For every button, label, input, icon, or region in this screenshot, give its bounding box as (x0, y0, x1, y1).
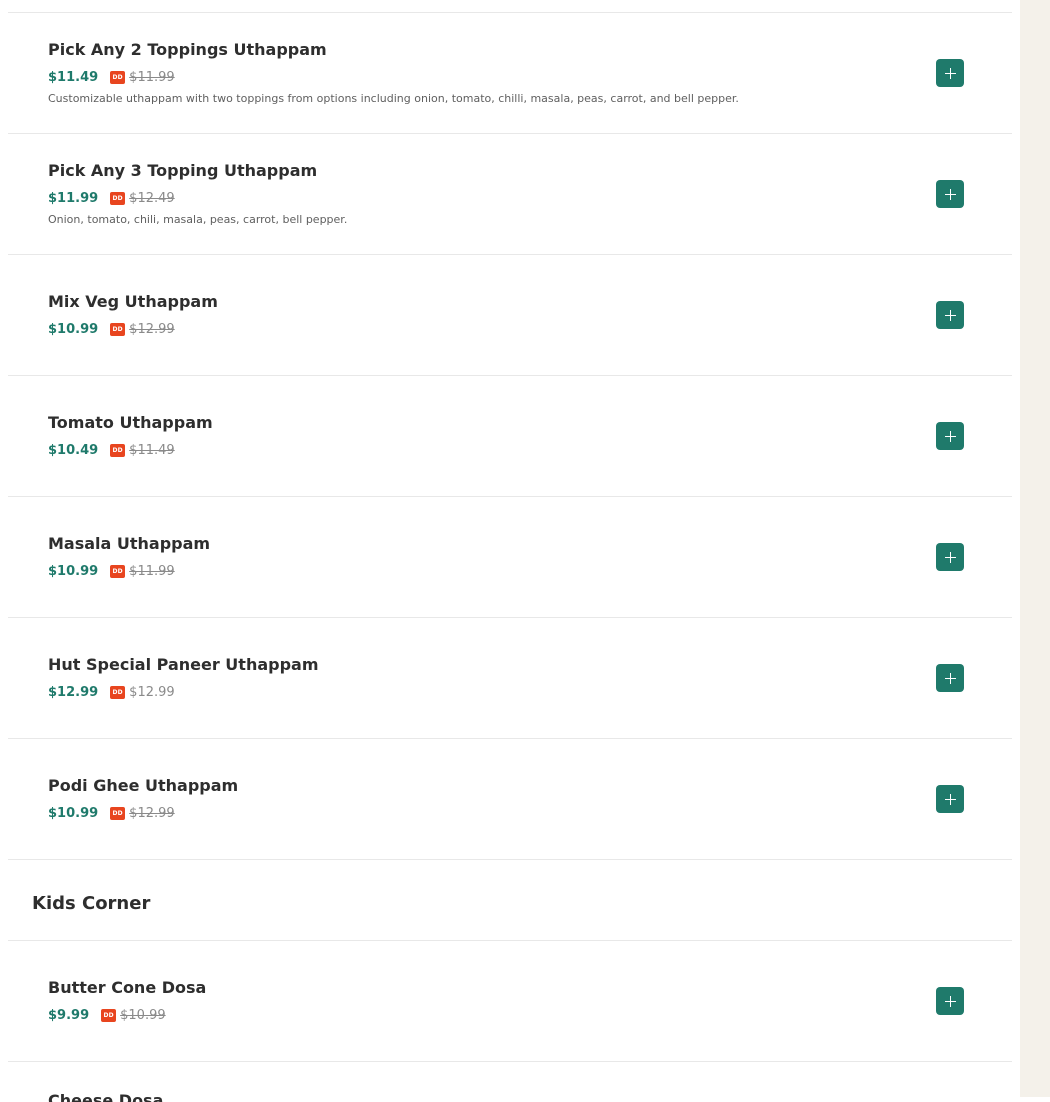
add-to-cart-button[interactable] (936, 180, 964, 208)
price-row: $10.49 DD $11.49 (48, 440, 213, 460)
deal-badge-icon: DD (110, 191, 126, 205)
menu-item[interactable]: Podi Ghee Uthappam $10.99 DD $12.99 (8, 739, 1012, 860)
add-to-cart-button[interactable] (936, 785, 964, 813)
deal-badge-icon: DD (101, 1008, 117, 1022)
item-name: Mix Veg Uthappam (48, 292, 218, 311)
item-name: Pick Any 3 Topping Uthappam (48, 161, 318, 180)
item-price: $10.99 (48, 563, 99, 579)
menu-item[interactable]: Hut Special Paneer Uthappam $12.99 DD $1… (8, 618, 1012, 739)
item-name: Podi Ghee Uthappam (48, 776, 239, 795)
item-name: Cheese Dosa (48, 1091, 164, 1102)
item-original-price: $12.99 (129, 684, 175, 700)
plus-icon (944, 672, 956, 684)
add-to-cart-button[interactable] (936, 664, 964, 692)
plus-icon (944, 995, 956, 1007)
item-price: $10.99 (48, 321, 99, 337)
price-row: $11.99 DD $12.49 (48, 188, 347, 208)
menu-item[interactable]: Masala Uthappam $10.99 DD $11.99 (8, 497, 1012, 618)
plus-icon (944, 793, 956, 805)
price-row: $10.99 DD $12.99 (48, 803, 238, 823)
item-name: Pick Any 2 Toppings Uthappam (48, 40, 327, 59)
plus-icon (944, 551, 956, 563)
deal-badge-icon: DD (110, 685, 126, 699)
deal-badge-icon: DD (110, 443, 126, 457)
item-description: Customizable uthappam with two toppings … (48, 92, 739, 105)
menu-item[interactable]: Cheese Dosa (8, 1062, 1012, 1102)
item-price: $10.49 (48, 442, 99, 458)
item-original-price: $11.49 (129, 442, 175, 458)
item-price: $11.99 (48, 190, 99, 206)
deal-badge-icon: DD (110, 322, 126, 336)
plus-icon (944, 309, 956, 321)
price-row: $10.99 DD $11.99 (48, 561, 210, 581)
item-price: $11.49 (48, 69, 99, 85)
menu-list: Pick Any 2 Toppings Uthappam $11.49 DD $… (8, 0, 1012, 1102)
item-name: Tomato Uthappam (48, 413, 213, 432)
category-title: Kids Corner (32, 893, 151, 914)
item-price: $12.99 (48, 684, 99, 700)
deal-badge-icon: DD (110, 564, 126, 578)
price-row: $12.99 DD $12.99 (48, 682, 319, 702)
add-to-cart-button[interactable] (936, 301, 964, 329)
item-description: Onion, tomato, chili, masala, peas, carr… (48, 213, 348, 226)
item-name: Hut Special Paneer Uthappam (48, 655, 319, 674)
price-row: $9.99 DD $10.99 (48, 1005, 206, 1025)
plus-icon (944, 188, 956, 200)
item-original-price: $11.99 (129, 563, 175, 579)
menu-item[interactable]: Pick Any 3 Topping Uthappam $11.99 DD $1… (8, 134, 1012, 255)
item-original-price: $10.99 (120, 1007, 166, 1023)
add-to-cart-button[interactable] (936, 543, 964, 571)
price-row: $10.99 DD $12.99 (48, 319, 218, 339)
price-row: $11.49 DD $11.99 (48, 67, 739, 87)
add-to-cart-button[interactable] (936, 987, 964, 1015)
item-original-price: $12.49 (129, 190, 175, 206)
item-name: Masala Uthappam (48, 534, 211, 553)
item-original-price: $11.99 (129, 69, 175, 85)
top-spacer (8, 0, 1012, 12)
menu-item[interactable]: Tomato Uthappam $10.49 DD $11.49 (8, 376, 1012, 497)
menu-item[interactable]: Pick Any 2 Toppings Uthappam $11.49 DD $… (8, 13, 1012, 134)
deal-badge-icon: DD (110, 70, 126, 84)
deal-badge-icon: DD (110, 806, 126, 820)
item-price: $9.99 (48, 1007, 90, 1023)
menu-item[interactable]: Butter Cone Dosa $9.99 DD $10.99 (8, 941, 1012, 1062)
item-original-price: $12.99 (129, 321, 175, 337)
plus-icon (944, 67, 956, 79)
right-rail (1020, 0, 1050, 1097)
item-original-price: $12.99 (129, 805, 175, 821)
plus-icon (944, 430, 956, 442)
item-price: $10.99 (48, 805, 99, 821)
item-name: Butter Cone Dosa (48, 978, 207, 997)
category-header: Kids Corner (8, 860, 1012, 941)
add-to-cart-button[interactable] (936, 59, 964, 87)
add-to-cart-button[interactable] (936, 422, 964, 450)
menu-item[interactable]: Mix Veg Uthappam $10.99 DD $12.99 (8, 255, 1012, 376)
